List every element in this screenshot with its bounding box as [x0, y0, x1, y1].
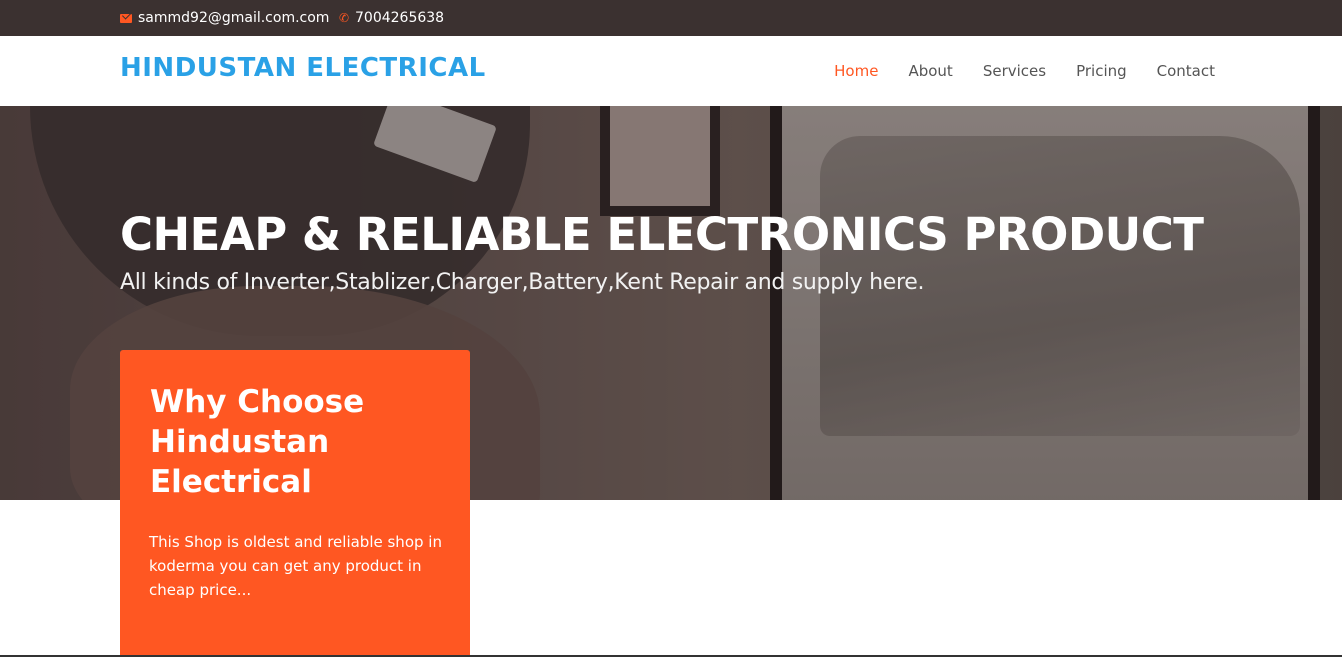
why-choose-title: Why Choose Hindustan Electrical: [150, 384, 365, 500]
nav-about[interactable]: About: [908, 62, 952, 80]
hero-subtitle: All kinds of Inverter,Stablizer,Charger,…: [120, 270, 925, 295]
top-bar: sammd92@gmail.com.com ✆ 7004265638: [0, 0, 1342, 36]
site-logo[interactable]: HINDUSTAN ELECTRICAL: [120, 53, 486, 83]
contact-email[interactable]: sammd92@gmail.com.com: [120, 0, 329, 36]
email-text: sammd92@gmail.com.com: [138, 10, 330, 26]
nav-services[interactable]: Services: [983, 62, 1046, 80]
nav-pricing[interactable]: Pricing: [1076, 62, 1127, 80]
why-choose-text: This Shop is oldest and reliable shop in…: [149, 533, 442, 599]
why-choose-card: Why Choose Hindustan Electrical This Sho…: [120, 350, 470, 657]
phone-icon: ✆: [339, 11, 350, 25]
nav-contact[interactable]: Contact: [1157, 62, 1215, 80]
navbar: HINDUSTAN ELECTRICAL Home About Services…: [0, 36, 1342, 106]
contact-phone[interactable]: ✆ 7004265638: [339, 0, 444, 36]
envelope-icon: [120, 13, 132, 23]
nav-home[interactable]: Home: [834, 62, 878, 80]
phone-text: 7004265638: [355, 10, 445, 26]
hero-title: CHEAP & RELIABLE ELECTRONICS PRODUCT: [120, 208, 1204, 261]
main-nav: Home About Services Pricing Contact: [804, 36, 1215, 106]
